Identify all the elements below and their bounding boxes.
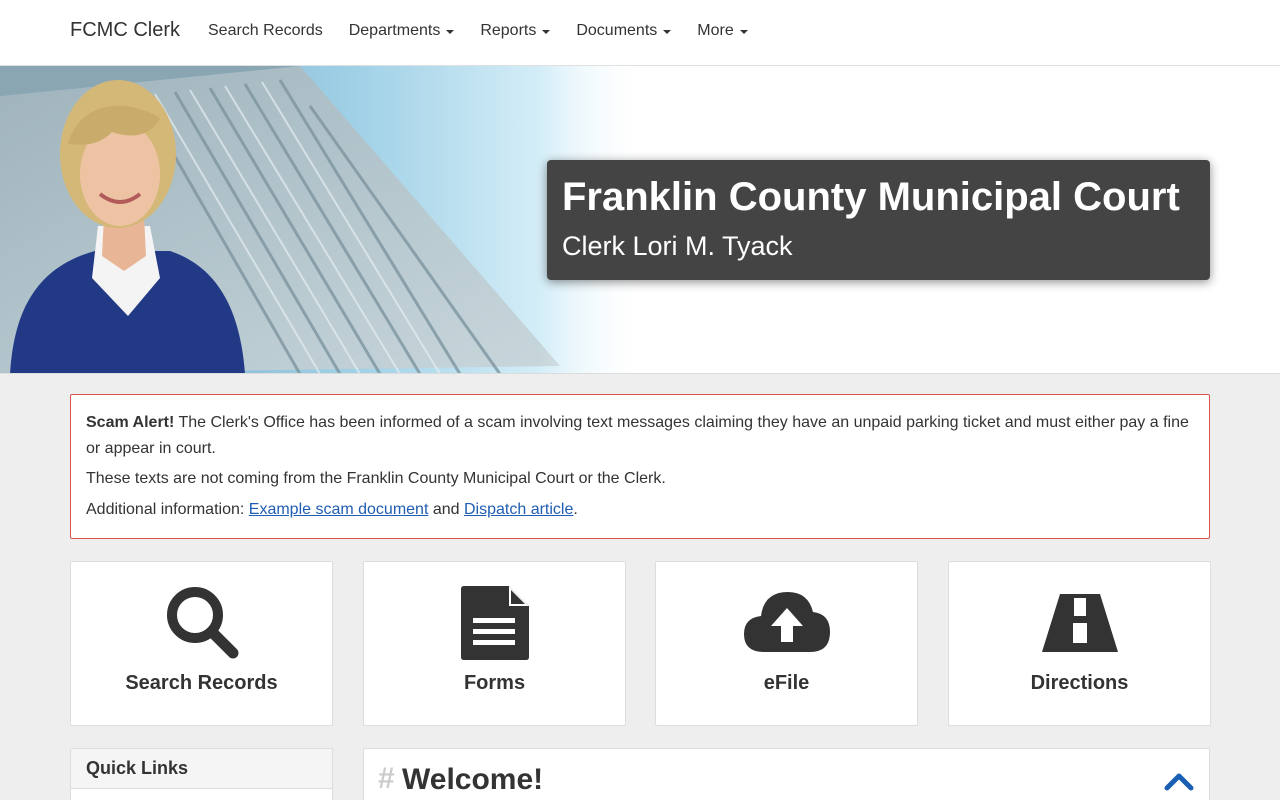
document-icon — [460, 586, 529, 660]
anchor-hash[interactable]: # — [378, 762, 395, 796]
nav-label: Search Records — [208, 22, 323, 39]
tile-search-records[interactable]: Search Records — [70, 561, 333, 726]
tile-label: Forms — [463, 672, 526, 694]
caret-down-icon — [542, 30, 551, 34]
dispatch-article-link[interactable]: Dispatch article — [464, 501, 573, 518]
nav-label: More — [697, 22, 734, 39]
welcome-heading: Welcome! — [402, 763, 544, 796]
scam-alert: Scam Alert! The Clerk's Office has been … — [70, 394, 1210, 539]
road-icon — [1041, 594, 1118, 652]
alert-paragraph: Scam Alert! The Clerk's Office has been … — [86, 410, 1194, 462]
alert-text: and — [428, 501, 464, 518]
clerk-name: Clerk Lori M. Tyack — [562, 231, 793, 261]
tile-label: Search Records — [125, 672, 278, 694]
caret-down-icon — [446, 30, 455, 34]
nav-departments-dropdown[interactable]: Departments — [349, 22, 455, 40]
quick-links-heading: Quick Links — [71, 749, 332, 789]
search-icon — [166, 587, 238, 659]
nav-documents-dropdown[interactable]: Documents — [576, 22, 672, 40]
top-navbar: FCMC Clerk Search Records Departments Re… — [0, 0, 1280, 66]
alert-paragraph: These texts are not coming from the Fran… — [86, 470, 666, 487]
cloud-upload-icon — [743, 592, 830, 652]
alert-text: Additional information: — [86, 501, 249, 518]
nav-label: Departments — [348, 22, 441, 39]
caret-down-icon — [739, 30, 748, 34]
chevron-up-icon[interactable] — [1164, 771, 1194, 791]
alert-text: The Clerk's Office has been informed of … — [86, 414, 1189, 457]
page-title: Franklin County Municipal Court — [562, 175, 1180, 219]
nav-more-dropdown[interactable]: More — [697, 22, 748, 40]
tile-label: Directions — [1030, 672, 1129, 694]
nav-label: Reports — [480, 22, 537, 39]
main-nav: Search Records Departments Reports Docum… — [208, 22, 774, 40]
nav-search-records[interactable]: Search Records — [208, 22, 323, 40]
tile-directions[interactable]: Directions — [948, 561, 1211, 726]
caret-down-icon — [663, 30, 672, 34]
hero-banner: Franklin County Municipal Court Clerk Lo… — [0, 66, 1280, 374]
quick-links-panel: Quick Links — [70, 748, 333, 800]
alert-text: . — [573, 501, 578, 518]
alert-paragraph: Additional information: Example scam doc… — [86, 497, 1194, 523]
tile-forms[interactable]: Forms — [363, 561, 626, 726]
welcome-panel: # Welcome! — [363, 748, 1210, 800]
tile-label: eFile — [763, 672, 810, 694]
nav-label: Documents — [576, 22, 658, 39]
court-title-box: Franklin County Municipal Court Clerk Lo… — [547, 160, 1210, 280]
example-scam-document-link[interactable]: Example scam document — [249, 501, 429, 518]
alert-lead: Scam Alert! — [86, 414, 175, 431]
brand-link[interactable]: FCMC Clerk — [70, 19, 180, 42]
tile-efile[interactable]: eFile — [655, 561, 918, 726]
nav-reports-dropdown[interactable]: Reports — [480, 22, 551, 40]
